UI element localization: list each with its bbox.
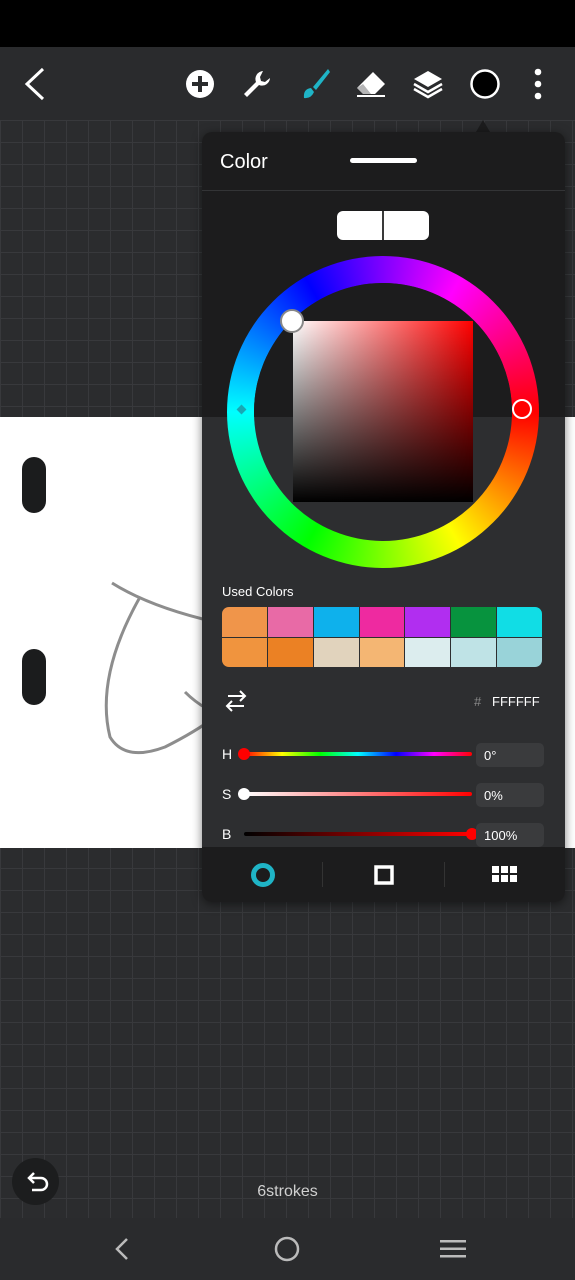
- brightness-label: B: [222, 826, 232, 842]
- eraser-button[interactable]: [346, 47, 396, 120]
- settings-button[interactable]: [232, 47, 282, 120]
- used-color-swatch[interactable]: [451, 637, 497, 667]
- swatch-divider: [382, 211, 384, 240]
- saturation-brightness-square[interactable]: [293, 321, 473, 502]
- nav-home-icon: [274, 1236, 300, 1262]
- swap-colors-button[interactable]: [222, 690, 250, 712]
- brightness-slider-row: B 100%: [202, 823, 565, 847]
- used-color-swatch[interactable]: [451, 607, 497, 637]
- saturation-slider-track[interactable]: [244, 792, 472, 796]
- wrench-icon: [244, 70, 270, 97]
- add-icon: [186, 69, 214, 98]
- panel-drag-handle[interactable]: [350, 158, 417, 163]
- more-button[interactable]: [513, 47, 563, 120]
- nav-back-button[interactable]: [92, 1218, 152, 1280]
- add-button[interactable]: [175, 47, 225, 120]
- divider: [202, 190, 565, 191]
- nav-home-button[interactable]: [257, 1218, 317, 1280]
- color-icon: [470, 68, 500, 99]
- swap-icon: [225, 690, 247, 712]
- used-color-swatch[interactable]: [405, 637, 451, 667]
- saturation-slider-row: S 0%: [202, 783, 565, 807]
- panel-title: Color: [220, 151, 268, 173]
- square-mode-icon: [373, 864, 394, 885]
- saturation-value: 0%: [484, 788, 503, 803]
- used-color-swatch[interactable]: [222, 637, 267, 667]
- used-color-swatch[interactable]: [313, 607, 359, 637]
- hue-selector[interactable]: [512, 399, 532, 419]
- used-colors-palette: [222, 607, 542, 667]
- canvas-handle-top[interactable]: [22, 457, 46, 513]
- saturation-slider-thumb[interactable]: [238, 788, 250, 800]
- nav-recents-button[interactable]: [423, 1218, 483, 1280]
- layers-button[interactable]: [403, 47, 453, 120]
- system-nav-bar: [0, 1218, 575, 1280]
- used-color-swatch[interactable]: [267, 637, 313, 667]
- wheel-mode-icon: [250, 862, 275, 887]
- palette-grid-icon: [491, 865, 517, 882]
- used-color-swatch[interactable]: [359, 607, 405, 637]
- used-color-swatch[interactable]: [313, 637, 359, 667]
- brightness-slider-track[interactable]: [244, 832, 472, 836]
- used-color-swatch[interactable]: [267, 607, 313, 637]
- tab-color-palette[interactable]: [444, 847, 565, 902]
- hue-label: H: [222, 746, 233, 762]
- used-colors-label: Used Colors: [222, 584, 294, 599]
- hex-hash: #: [474, 694, 482, 709]
- back-button[interactable]: [10, 47, 60, 120]
- back-icon: [24, 67, 45, 100]
- stroke-count: 6strokes: [257, 1183, 318, 1200]
- status-bar: [0, 0, 575, 47]
- tab-color-wheel[interactable]: [202, 847, 323, 902]
- color-panel: Color Used Colors # FFFFFF H 0° S 0% B 1…: [202, 132, 565, 902]
- tab-color-square[interactable]: [323, 847, 444, 902]
- used-color-swatch[interactable]: [359, 637, 405, 667]
- hue-slider-row: H 0°: [202, 743, 565, 767]
- used-color-swatch[interactable]: [405, 607, 451, 637]
- used-color-swatch[interactable]: [222, 607, 267, 637]
- panel-pointer: [476, 120, 490, 132]
- brush-button[interactable]: [290, 47, 340, 120]
- more-icon: [534, 68, 542, 99]
- current-color-swatches[interactable]: [337, 211, 429, 240]
- brush-icon: [303, 68, 330, 98]
- hue-slider-thumb[interactable]: [238, 748, 250, 760]
- canvas-handle-bottom[interactable]: [22, 649, 46, 705]
- color-mode-tabs: [202, 847, 565, 902]
- sv-selector[interactable]: [280, 309, 304, 333]
- color-button[interactable]: [460, 47, 510, 120]
- used-color-swatch[interactable]: [497, 607, 542, 637]
- brightness-value: 100%: [484, 828, 518, 843]
- hue-slider-track[interactable]: [244, 752, 472, 756]
- hex-value-input[interactable]: FFFFFF: [492, 694, 540, 709]
- hue-value: 0°: [484, 748, 497, 763]
- top-toolbar: [0, 47, 575, 120]
- nav-back-icon: [115, 1238, 128, 1260]
- used-color-swatch[interactable]: [497, 637, 542, 667]
- layers-icon: [413, 70, 443, 98]
- saturation-label: S: [222, 786, 232, 802]
- nav-menu-icon: [440, 1240, 466, 1258]
- eraser-icon: [357, 71, 385, 97]
